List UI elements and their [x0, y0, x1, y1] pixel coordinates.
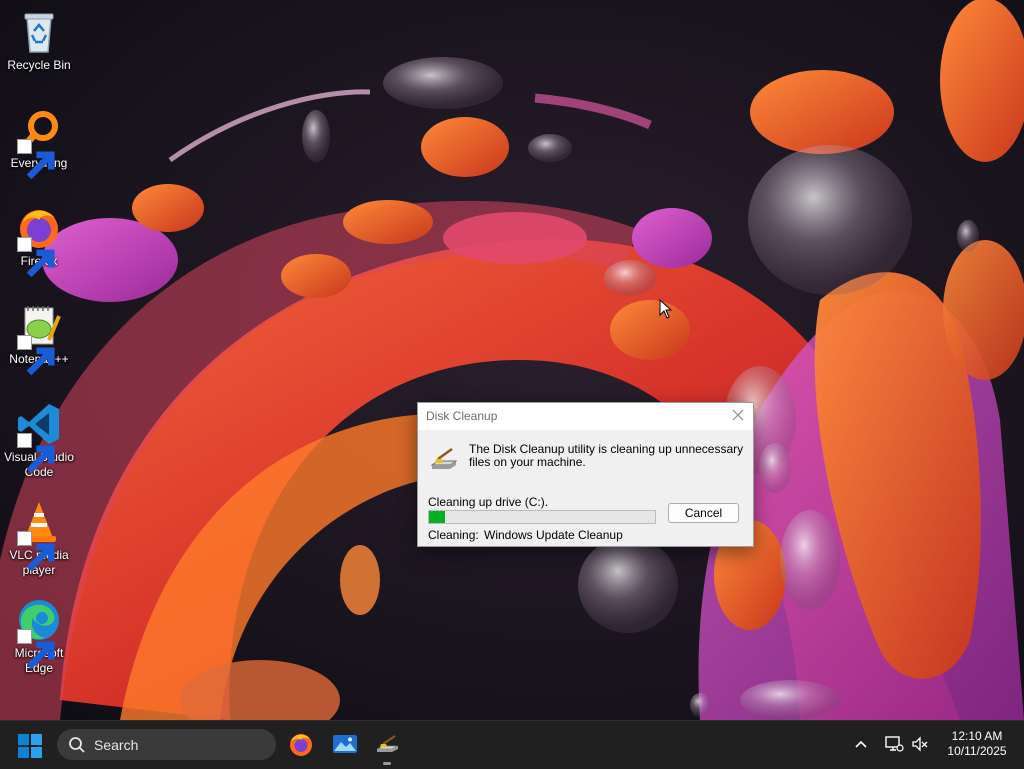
shortcut-arrow-icon	[17, 237, 55, 278]
vlc-icon	[15, 498, 63, 572]
photos-icon	[333, 735, 357, 753]
windows-logo-icon	[18, 734, 42, 758]
desktop-icon-vlc[interactable]: VLC media player	[2, 492, 76, 578]
dialog-titlebar[interactable]: Disk Cleanup	[418, 403, 753, 430]
disk-cleanup-icon	[376, 735, 399, 752]
firefox-icon	[290, 734, 312, 756]
desktop-icon-label: Recycle Bin	[7, 58, 71, 72]
network-icon[interactable]	[884, 735, 904, 753]
volume-muted-icon[interactable]	[911, 735, 929, 753]
everything-search-icon	[15, 106, 63, 180]
progress-bar-fill	[429, 511, 445, 523]
status-value: Windows Update Cleanup	[484, 528, 623, 542]
search-placeholder: Search	[94, 737, 139, 753]
desktop-icon-edge[interactable]: Microsoft Edge	[2, 590, 76, 676]
shortcut-arrow-icon	[17, 531, 55, 572]
shortcut-arrow-icon	[17, 335, 55, 376]
desktop-icon-recycle-bin[interactable]: Recycle Bin	[2, 2, 76, 73]
desktop-icon-everything[interactable]: Everything	[2, 100, 76, 180]
active-app-indicator	[383, 762, 391, 765]
dialog-title: Disk Cleanup	[426, 409, 498, 423]
desktop-wallpaper	[0, 0, 1024, 720]
start-button[interactable]	[18, 734, 42, 758]
vscode-icon	[15, 400, 63, 474]
taskbar-firefox-button[interactable]	[288, 731, 314, 757]
notepad-plus-plus-icon	[15, 302, 63, 376]
search-icon	[68, 736, 86, 754]
firefox-icon	[15, 204, 63, 278]
disk-cleanup-icon	[428, 443, 460, 475]
progress-bar	[428, 510, 656, 524]
taskbar-search-box[interactable]: Search	[57, 729, 276, 760]
desktop-icon-firefox[interactable]: Firefox	[2, 198, 76, 278]
shortcut-arrow-icon	[17, 139, 55, 180]
disk-cleanup-dialog: Disk Cleanup The Disk Cleanup utility is…	[417, 402, 754, 547]
taskbar-disk-cleanup-button[interactable]	[375, 731, 401, 757]
clock-date: 10/11/2025	[947, 744, 1007, 758]
mouse-cursor-icon	[659, 298, 673, 319]
recycle-bin-icon	[15, 8, 63, 56]
taskbar-clock[interactable]: 12:10 AM 10/11/2025	[938, 729, 1016, 759]
status-row: Cleaning: Windows Update Cleanup	[428, 528, 623, 542]
shortcut-arrow-icon	[17, 433, 55, 474]
close-icon[interactable]	[731, 408, 745, 422]
clock-time: 12:10 AM	[951, 729, 1003, 743]
desktop-icon-vscode[interactable]: Visual Studio Code	[2, 394, 76, 480]
taskbar-photos-button[interactable]	[332, 731, 358, 757]
status-label: Cleaning:	[428, 528, 479, 542]
shortcut-arrow-icon	[17, 629, 55, 670]
desktop-icon-notepad-plus-plus[interactable]: Notepad++	[2, 296, 76, 376]
cancel-button[interactable]: Cancel	[668, 503, 739, 523]
chevron-up-icon[interactable]	[854, 737, 868, 751]
taskbar: Search 12:10 AM 10/11/2025	[0, 720, 1024, 769]
dialog-message: The Disk Cleanup utility is cleaning up …	[469, 442, 744, 469]
drive-label: Cleaning up drive (C:).	[428, 495, 549, 509]
edge-icon	[15, 596, 63, 670]
